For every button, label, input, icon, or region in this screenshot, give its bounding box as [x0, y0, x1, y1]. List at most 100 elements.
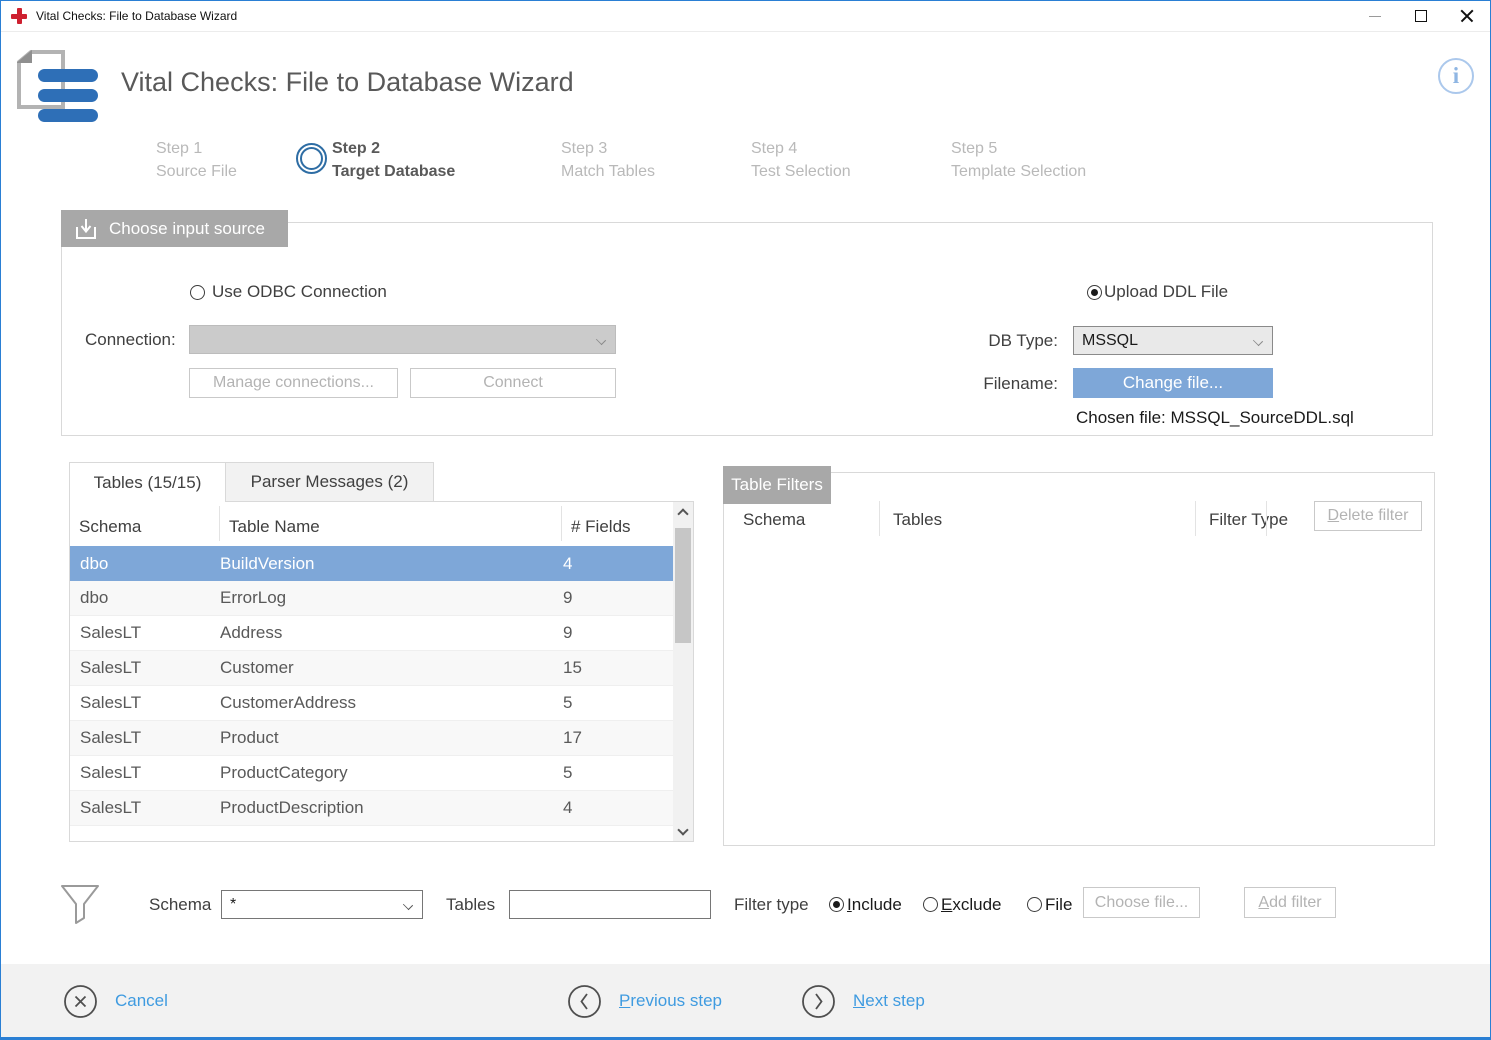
step-number: Step 4: [751, 137, 851, 160]
download-icon: [73, 217, 99, 241]
column-divider: [1266, 501, 1267, 536]
step-label: Match Tables: [561, 160, 655, 183]
app-cross-icon: [11, 8, 27, 24]
table-row[interactable]: SalesLTCustomerAddress5: [70, 686, 673, 721]
close-icon: [1460, 9, 1474, 23]
cancel-circle-icon: [63, 984, 98, 1019]
tab-parser-messages[interactable]: Parser Messages (2): [225, 462, 434, 502]
input-source-section-title: Choose input source: [109, 219, 265, 239]
exclude-radio[interactable]: [923, 897, 938, 912]
connection-select[interactable]: [189, 325, 616, 354]
cell-schema: SalesLT: [70, 623, 220, 643]
db-type-select-value: MSSQL: [1082, 332, 1138, 350]
file-radio-label: File: [1045, 895, 1072, 915]
column-divider: [1195, 501, 1196, 536]
step-label: Target Database: [332, 160, 455, 183]
filter-tables-input[interactable]: [509, 890, 711, 919]
delete-filter-button[interactable]: Delete filter: [1314, 501, 1422, 531]
step-number: Step 2: [332, 137, 455, 160]
table-row[interactable]: SalesLTCustomer15: [70, 651, 673, 686]
filter-type-label: Filter type: [734, 895, 809, 915]
cell-num-fields: 15: [563, 658, 673, 678]
chevron-down-icon: [403, 900, 413, 910]
previous-step-button[interactable]: Previous step: [567, 964, 722, 1038]
scrollbar-thumb[interactable]: [675, 528, 691, 643]
scroll-down-icon[interactable]: [678, 826, 687, 835]
column-divider: [561, 506, 562, 541]
change-file-button[interactable]: Change file...: [1073, 368, 1273, 398]
minimize-icon: [1369, 16, 1381, 17]
filter-schema-label: Schema: [149, 895, 211, 915]
maximize-icon: [1415, 10, 1427, 22]
next-step-label: Next step: [853, 991, 925, 1011]
table-row[interactable]: SalesLTProductCategory5: [70, 756, 673, 791]
cell-table-name: CustomerAddress: [220, 693, 563, 713]
odbc-connection-radio[interactable]: [190, 285, 205, 300]
step-label: Template Selection: [951, 160, 1086, 183]
connect-button[interactable]: Connect: [410, 368, 616, 398]
table-row[interactable]: dboBuildVersion4: [70, 546, 673, 581]
include-radio[interactable]: [829, 897, 844, 912]
add-filter-button[interactable]: Add filter: [1244, 887, 1336, 918]
cell-num-fields: 9: [563, 588, 673, 608]
filename-label: Filename:: [967, 374, 1058, 394]
cell-table-name: ProductCategory: [220, 763, 563, 783]
title-bar: Vital Checks: File to Database Wizard: [1, 1, 1490, 32]
cell-schema: SalesLT: [70, 763, 220, 783]
connection-label: Connection:: [85, 330, 176, 350]
window-title: Vital Checks: File to Database Wizard: [36, 9, 237, 23]
cell-num-fields: 4: [563, 554, 673, 574]
step-5-template-selection: Step 5 Template Selection: [951, 137, 1086, 183]
table-row[interactable]: SalesLTAddress9: [70, 616, 673, 651]
tab-tables[interactable]: Tables (15/15): [69, 462, 226, 502]
db-type-label: DB Type:: [976, 331, 1058, 351]
chevron-down-icon: [596, 335, 606, 345]
close-button[interactable]: [1444, 1, 1490, 31]
table-row[interactable]: SalesLTProductDescription4: [70, 791, 673, 826]
app-logo-icon: [17, 49, 101, 127]
next-step-button[interactable]: Next step: [801, 964, 925, 1038]
table-filters-section-header: Table Filters: [723, 466, 831, 504]
scroll-up-icon[interactable]: [678, 508, 687, 517]
cell-schema: SalesLT: [70, 658, 220, 678]
chevron-left-circle-icon: [567, 984, 602, 1019]
tables-scrollbar[interactable]: [673, 502, 693, 841]
info-icon[interactable]: i: [1438, 58, 1474, 94]
column-divider: [879, 501, 880, 536]
cell-table-name: ProductDescription: [220, 798, 563, 818]
cell-schema: SalesLT: [70, 728, 220, 748]
cell-schema: dbo: [70, 554, 220, 574]
step-number: Step 3: [561, 137, 655, 160]
file-radio[interactable]: [1027, 897, 1042, 912]
cell-num-fields: 5: [563, 693, 673, 713]
minimize-button[interactable]: [1352, 1, 1398, 31]
chevron-down-icon: [1253, 336, 1263, 346]
page-title: Vital Checks: File to Database Wizard: [121, 67, 574, 98]
column-header-fields: # Fields: [571, 517, 631, 537]
table-row[interactable]: dboErrorLog9: [70, 581, 673, 616]
filter-schema-select[interactable]: *: [221, 890, 423, 919]
odbc-connection-radio-label: Use ODBC Connection: [212, 282, 387, 302]
cell-table-name: Product: [220, 728, 563, 748]
cancel-label: Cancel: [115, 991, 168, 1011]
step-label: Source File: [156, 160, 237, 183]
choose-file-button[interactable]: Choose file...: [1083, 887, 1200, 918]
manage-connections-button[interactable]: Manage connections...: [189, 368, 398, 398]
cell-table-name: BuildVersion: [220, 554, 563, 574]
upload-ddl-radio[interactable]: [1087, 285, 1102, 300]
cell-table-name: Customer: [220, 658, 563, 678]
cell-num-fields: 4: [563, 798, 673, 818]
filter-funnel-icon: [58, 882, 102, 926]
maximize-button[interactable]: [1398, 1, 1444, 31]
column-header-schema: Schema: [79, 517, 141, 537]
table-row[interactable]: SalesLTProduct17: [70, 721, 673, 756]
input-source-section-header: Choose input source: [61, 210, 288, 247]
step-4-test-selection: Step 4 Test Selection: [751, 137, 851, 183]
db-type-select[interactable]: MSSQL: [1073, 326, 1273, 355]
filters-column-tables: Tables: [893, 510, 942, 530]
cell-num-fields: 9: [563, 623, 673, 643]
cell-num-fields: 5: [563, 763, 673, 783]
cell-table-name: ErrorLog: [220, 588, 563, 608]
previous-step-label: Previous step: [619, 991, 722, 1011]
cancel-button[interactable]: Cancel: [63, 964, 168, 1038]
